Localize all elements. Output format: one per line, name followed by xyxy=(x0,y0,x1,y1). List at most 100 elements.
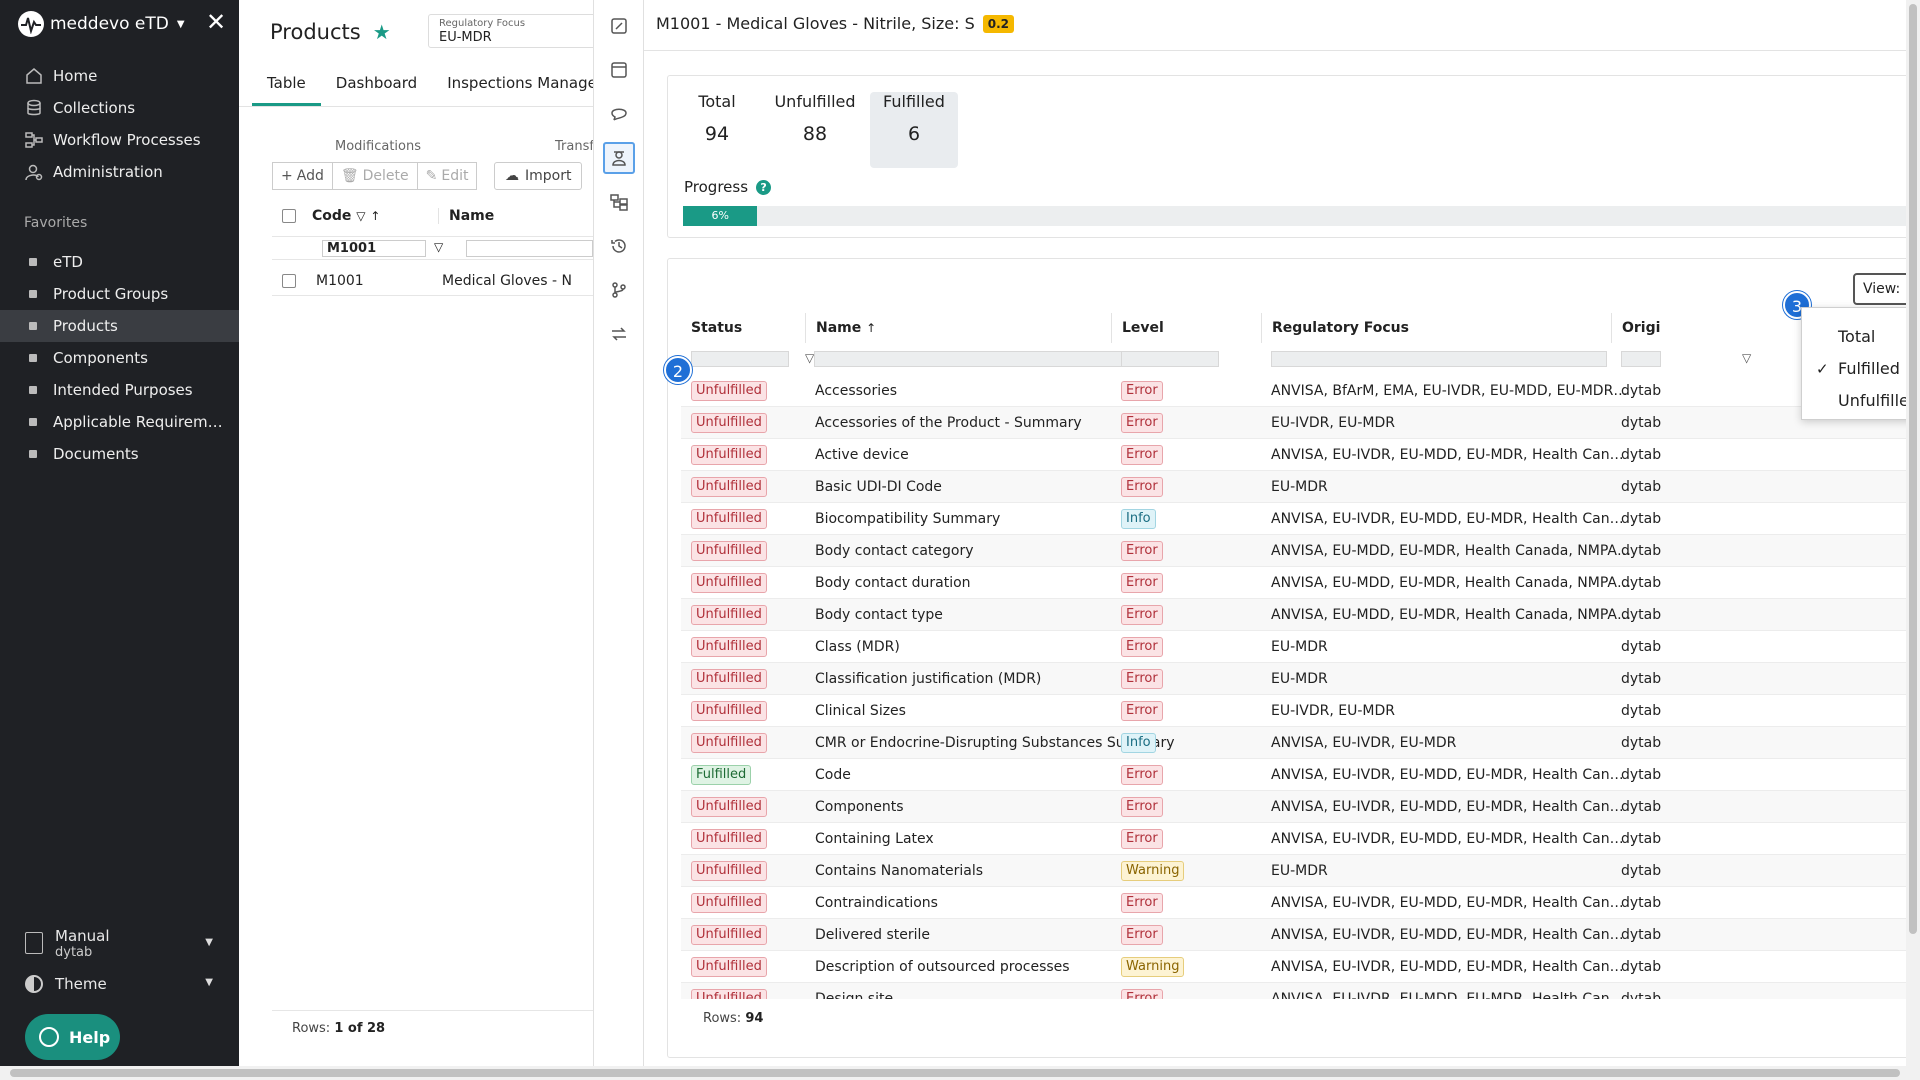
theme-selector[interactable]: Theme ▼ xyxy=(25,972,225,996)
row-code: M1001 xyxy=(316,272,364,289)
transfer-icon[interactable] xyxy=(603,318,635,350)
requirements-filter-row: ▽ ▽ ▽ ▽ xyxy=(681,345,1920,373)
favorite-label: Products xyxy=(53,317,118,335)
tab-table[interactable]: Table xyxy=(252,74,321,106)
stat-unfulfilled[interactable]: Unfulfilled 88 xyxy=(762,92,868,168)
favorite-item-documents[interactable]: Documents xyxy=(0,438,239,470)
favorite-item-components[interactable]: Components xyxy=(0,342,239,374)
filter-icon[interactable]: ▽ xyxy=(805,351,814,365)
page-title: Products ★ xyxy=(270,20,391,44)
scrollbar-thumb[interactable] xyxy=(1909,4,1917,934)
view-menu-item-fulfilled[interactable]: ✓ Fulfilled xyxy=(1802,354,1920,384)
delete-label: Delete xyxy=(362,168,409,184)
cell-level-text: Error xyxy=(1121,797,1163,817)
favorite-item-products[interactable]: Products xyxy=(0,310,239,342)
view-menu-item-total[interactable]: Total xyxy=(1802,322,1920,352)
table-row[interactable]: Unfulfilled Clinical Sizes Error EU-IVDR, E… xyxy=(681,695,1920,727)
name-filter-input[interactable] xyxy=(814,351,1150,367)
scrollbar-thumb[interactable] xyxy=(10,1069,1900,1077)
history-icon[interactable] xyxy=(603,230,635,262)
level-filter-input[interactable] xyxy=(1121,351,1219,367)
table-row[interactable]: Unfulfilled Class (MDR) Error EU-MDR dytab xyxy=(681,631,1920,663)
filter-icon[interactable]: ▽ xyxy=(1742,351,1751,365)
table-row[interactable]: Unfulfilled Basic UDI-DI Code Error EU-MDR d… xyxy=(681,471,1920,503)
manual-title: Manual xyxy=(55,926,110,945)
help-circle-icon[interactable]: ? xyxy=(756,179,772,195)
stat-total[interactable]: Total 94 xyxy=(684,92,750,168)
code-filter-input[interactable]: M1001 xyxy=(322,240,426,257)
view-menu-item-unfulfille[interactable]: Unfulfille xyxy=(1802,386,1920,416)
progress-bar: 6% xyxy=(683,206,1920,226)
origin-filter-input[interactable] xyxy=(1621,351,1661,367)
table-row[interactable]: Unfulfilled Description of outsourced pro… xyxy=(681,951,1920,983)
branch-icon[interactable] xyxy=(603,274,635,306)
app-name: meddevo eTD xyxy=(50,14,169,34)
cell-name-text: Class (MDR) xyxy=(815,639,900,655)
favorite-item-intended-purposes[interactable]: Intended Purposes xyxy=(0,374,239,406)
cell-origin: dytab xyxy=(1621,919,1681,951)
table-row[interactable]: Unfulfilled Body contact type Error ANVISA,… xyxy=(681,599,1920,631)
add-button[interactable]: + Add xyxy=(272,162,333,190)
favorite-item-etd[interactable]: eTD xyxy=(0,246,239,278)
table-row[interactable]: Unfulfilled CMR or Endocrine-Disrupting S… xyxy=(681,727,1920,759)
favorite-item-product-groups[interactable]: Product Groups xyxy=(0,278,239,310)
cell-regulatory-focus-text: EU-MDR xyxy=(1271,863,1328,879)
table-row[interactable]: Unfulfilled Components Error ANVISA, EU-IVD… xyxy=(681,791,1920,823)
inspector-icon[interactable] xyxy=(603,142,635,174)
favorite-item-applicable-requirements[interactable]: Applicable Requirem… xyxy=(0,406,239,438)
cell-origin: dytab xyxy=(1621,567,1681,599)
cell-origin-text: dytab xyxy=(1621,607,1662,623)
edit-button[interactable]: ✎ Edit xyxy=(417,162,478,190)
import-button[interactable]: ☁ Import xyxy=(494,162,583,190)
name-filter-input[interactable] xyxy=(466,240,593,257)
cell-regulatory-focus: ANVISA, EU-IVDR, EU-MDD, EU-MDR, Health … xyxy=(1271,759,1631,791)
nav-item-workflow-processes[interactable]: Workflow Processes xyxy=(0,124,239,156)
tab-dashboard[interactable]: Dashboard xyxy=(321,74,432,106)
table-row[interactable]: Unfulfilled Contraindications Error ANVISA,… xyxy=(681,887,1920,919)
column-header-name[interactable]: Name xyxy=(438,208,494,224)
table-row[interactable]: M1001 Medical Gloves - N xyxy=(272,266,593,296)
table-row[interactable]: Unfulfilled Body contact duration Error ANV… xyxy=(681,567,1920,599)
cell-level-text: Error xyxy=(1121,989,1163,999)
cell-level-text: Error xyxy=(1121,381,1163,401)
column-header-status[interactable]: Status xyxy=(681,313,805,343)
comment-icon[interactable] xyxy=(603,98,635,130)
table-row[interactable]: Fulfilled Code Error ANVISA, EU-IVDR, EU-MD… xyxy=(681,759,1920,791)
cell-status: Unfulfilled xyxy=(691,471,801,503)
cell-origin: dytab xyxy=(1621,727,1681,759)
regulatory-focus-filter-input[interactable] xyxy=(1271,351,1607,367)
delete-button[interactable]: 🗑 Delete xyxy=(332,162,418,190)
app-switcher[interactable]: meddevo eTD ▼ xyxy=(18,10,185,38)
column-header-regulatory-focus[interactable]: Regulatory Focus xyxy=(1261,313,1651,343)
vertical-scrollbar[interactable] xyxy=(1906,0,1920,1066)
table-row[interactable]: Unfulfilled Design site Error ANVISA, EU-IV… xyxy=(681,983,1920,999)
table-row[interactable]: Unfulfilled Body contact category Error ANV… xyxy=(681,535,1920,567)
window-icon[interactable] xyxy=(603,54,635,86)
table-row[interactable]: Unfulfilled Classification justification … xyxy=(681,663,1920,695)
table-row[interactable]: Unfulfilled Biocompatibility Summary Info A… xyxy=(681,503,1920,535)
nav-item-home[interactable]: Home xyxy=(0,60,239,92)
table-row[interactable]: Unfulfilled Contains Nanomaterials Warning… xyxy=(681,855,1920,887)
status-filter-input[interactable] xyxy=(691,351,789,367)
table-row[interactable]: Unfulfilled Active device Error ANVISA, EU-… xyxy=(681,439,1920,471)
select-all-checkbox[interactable] xyxy=(282,208,296,223)
column-header-origin[interactable]: Origi xyxy=(1611,313,1671,343)
table-row[interactable]: Unfulfilled Delivered sterile Error ANVISA,… xyxy=(681,919,1920,951)
nav-item-collections[interactable]: Collections xyxy=(0,92,239,124)
stat-fulfilled[interactable]: Fulfilled 6 xyxy=(870,92,958,168)
edit-square-icon[interactable] xyxy=(603,10,635,42)
star-icon[interactable]: ★ xyxy=(373,20,391,44)
table-row[interactable]: Unfulfilled Containing Latex Error ANVISA, … xyxy=(681,823,1920,855)
close-icon[interactable]: ✕ xyxy=(204,10,228,34)
row-checkbox[interactable] xyxy=(282,273,296,288)
nav-item-administration[interactable]: Administration xyxy=(0,156,239,188)
column-header-level[interactable]: Level xyxy=(1111,313,1261,343)
column-header-code[interactable]: Code ▽ ↑ xyxy=(312,208,412,224)
table-row[interactable]: Unfulfilled Accessories of the Product - … xyxy=(681,407,1920,439)
filter-icon[interactable]: ▽ xyxy=(434,240,443,254)
horizontal-scrollbar[interactable] xyxy=(0,1066,1920,1080)
manual-selector[interactable]: Manual dytab ▼ xyxy=(25,923,225,963)
help-button[interactable]: Help xyxy=(25,1014,120,1060)
hierarchy-icon[interactable] xyxy=(603,186,635,218)
table-row[interactable]: Unfulfilled Accessories Error ANVISA, BfArM… xyxy=(681,375,1920,407)
